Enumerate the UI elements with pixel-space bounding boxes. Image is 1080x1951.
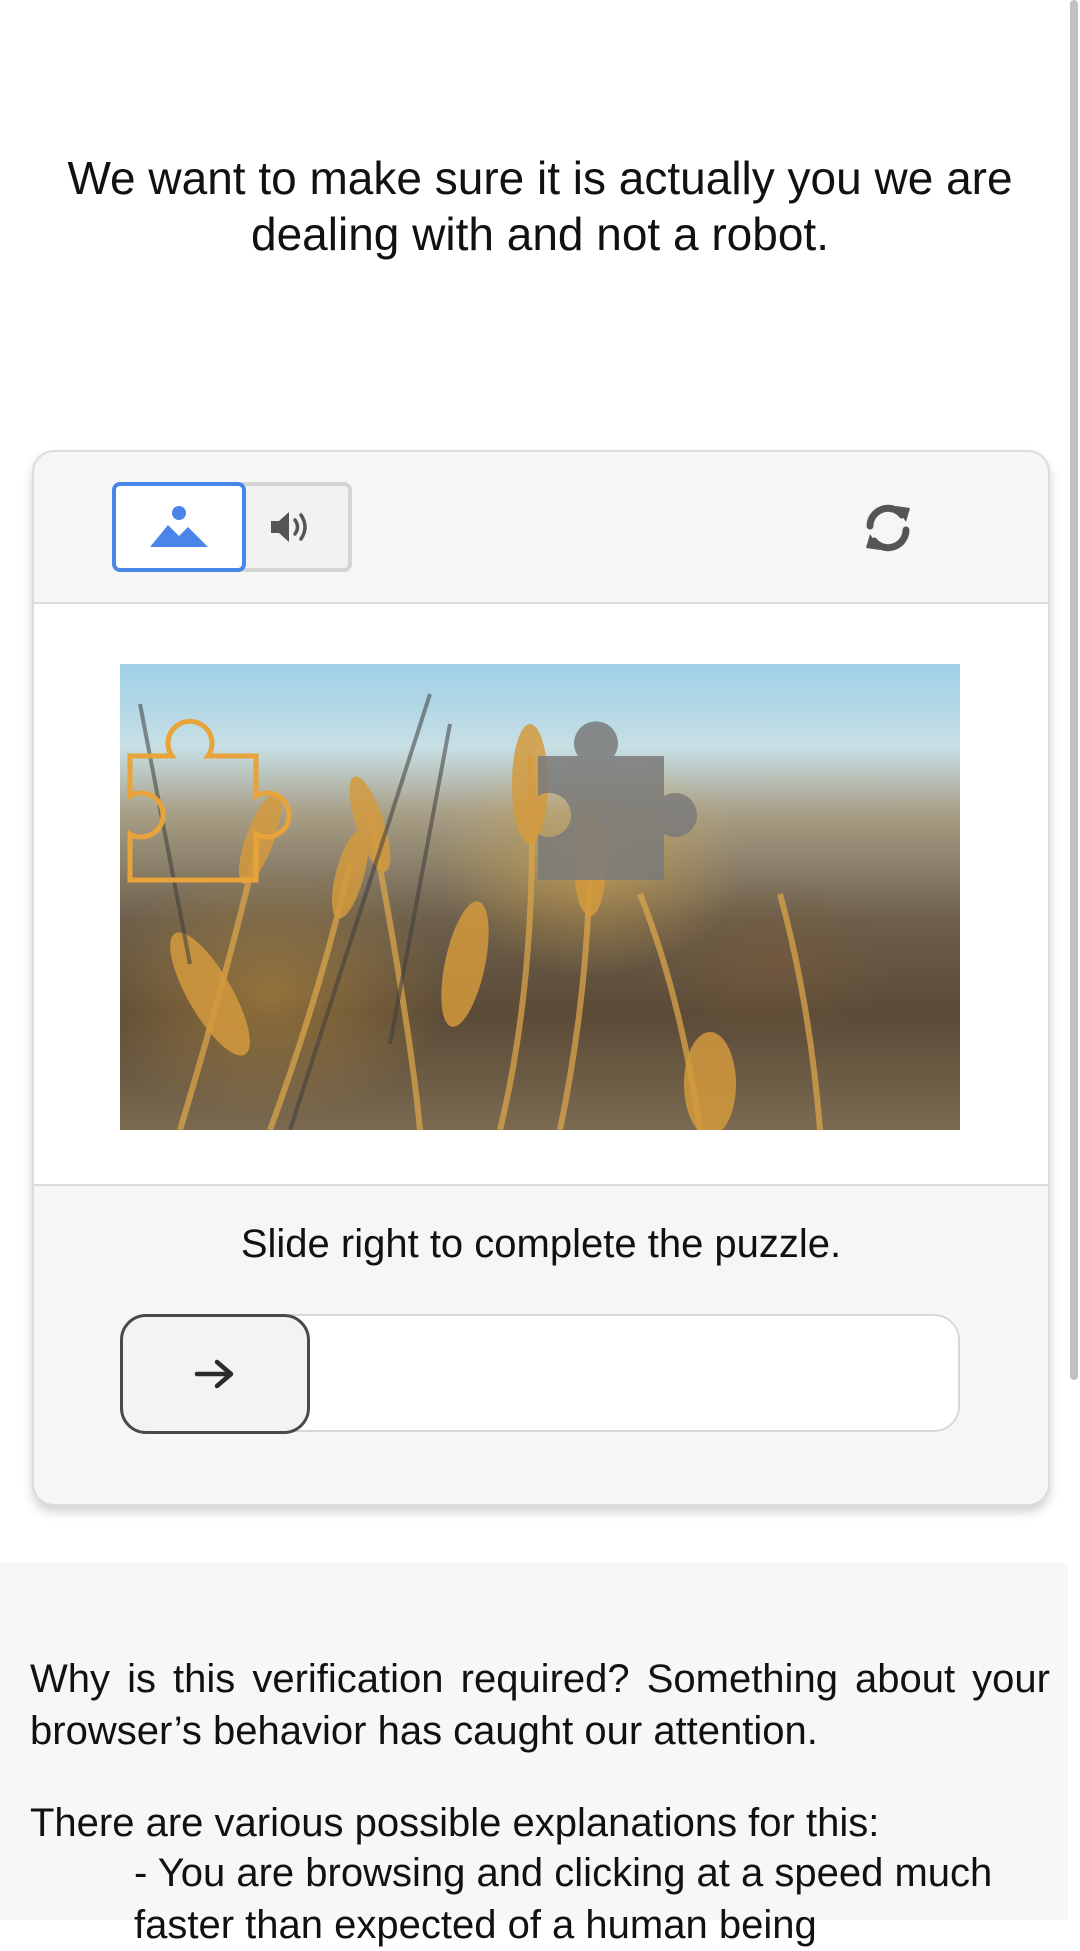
scrollbar-track[interactable] <box>1068 0 1080 1920</box>
speaker-icon <box>271 512 307 542</box>
captcha-slider-area: Slide right to complete the puzzle. <box>34 1186 1048 1504</box>
explanations-title: There are various possible explanations … <box>30 1801 880 1845</box>
image-mode-button[interactable] <box>112 482 246 572</box>
audio-mode-button[interactable] <box>234 482 352 572</box>
wheat-field-image <box>127 693 823 1130</box>
captcha-mode-switch <box>112 482 356 572</box>
slider-handle[interactable] <box>120 1314 310 1434</box>
captcha-card: Slide right to complete the puzzle. <box>32 450 1050 1506</box>
verification-heading: We want to make sure it is actually you … <box>67 152 1013 260</box>
captcha-image-area <box>34 604 1048 1186</box>
refresh-icon <box>866 504 910 552</box>
refresh-button[interactable] <box>856 496 920 560</box>
explanation-item: - You are browsing and clicking at a spe… <box>134 1851 993 1947</box>
image-icon <box>150 506 208 547</box>
arrow-right-icon <box>194 1359 234 1389</box>
puzzle-background-image <box>120 664 960 1130</box>
why-verification-text: Why is this verification required? Somet… <box>30 1657 1050 1753</box>
scrollbar-thumb[interactable] <box>1070 0 1078 1380</box>
puzzle-piece[interactable] <box>538 721 698 880</box>
verification-info: Why is this verification required? Somet… <box>0 1563 1068 1947</box>
captcha-header <box>34 452 1048 604</box>
slider-instruction: Slide right to complete the puzzle. <box>240 1222 842 1266</box>
